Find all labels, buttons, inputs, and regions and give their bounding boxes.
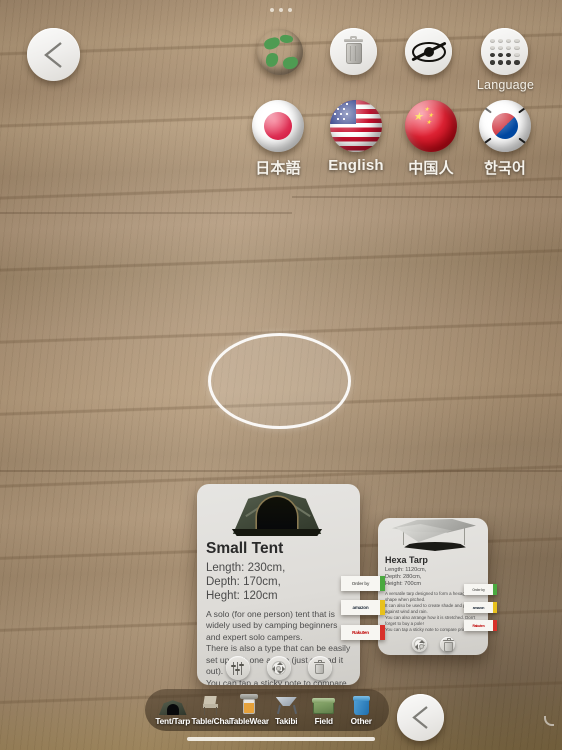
usa-flag-icon (330, 100, 382, 152)
category-label: Takibi (275, 716, 298, 726)
product-title: Small Tent (206, 540, 284, 557)
category-tablewear[interactable]: TableWear (229, 692, 270, 726)
category-other[interactable]: Other (343, 692, 381, 726)
hide-ui-button[interactable] (405, 28, 452, 75)
sticky-note-order-by[interactable]: Order by (341, 576, 385, 591)
language-option-label: 中国人 (408, 160, 454, 177)
language-option-ja[interactable]: 日本語 (250, 100, 306, 178)
product-card-actions (197, 651, 360, 685)
settings-sliders-icon (231, 661, 244, 675)
jar-icon (230, 692, 268, 715)
sticky-note-tab (380, 625, 385, 640)
move-pad-icon (271, 661, 286, 675)
product-image-container (378, 518, 488, 554)
category-takibi[interactable]: Takibi (268, 692, 306, 726)
status-dot (270, 8, 274, 12)
status-dot (279, 8, 283, 12)
cooler-icon (305, 692, 343, 715)
move-pad-button[interactable] (411, 636, 427, 652)
globe-button[interactable] (256, 28, 303, 75)
home-indicator (187, 737, 375, 741)
product-image-container (197, 484, 360, 538)
sticky-note-tab (380, 600, 385, 615)
language-option-label: 日本語 (255, 160, 301, 177)
sticky-note-tab (380, 576, 385, 591)
move-pad-icon (414, 639, 426, 651)
sticky-note-tab (493, 620, 497, 631)
sticky-note-amazon[interactable]: amazon (464, 602, 497, 613)
language-option-label: 한국어 (483, 160, 526, 177)
japan-flag-icon (252, 100, 304, 152)
language-option-zh[interactable]: ★ ★ ★ ★ 中国人 (403, 100, 459, 178)
hexa-tarp-icon (390, 518, 478, 554)
chevron-left-icon (43, 41, 62, 68)
sticky-note-rakuten[interactable]: Rakuten (341, 625, 385, 640)
ar-placement-ring[interactable] (208, 333, 351, 429)
category-label: Other (350, 716, 372, 726)
language-option-en[interactable]: English (328, 100, 384, 174)
category-label: TableWear (229, 716, 270, 726)
language-option-label: English (328, 157, 384, 174)
move-pad-button[interactable] (266, 656, 291, 680)
sticky-note-label: amazon (472, 605, 485, 610)
sticky-note-label: Rakuten (472, 623, 485, 628)
tent-icon (154, 692, 192, 715)
sticky-note-tab (493, 602, 497, 613)
sticky-note-amazon[interactable]: amazon (341, 600, 385, 615)
product-title: Hexa Tarp (385, 555, 428, 565)
product-card-actions (378, 633, 488, 655)
firepit-icon (268, 692, 306, 715)
product-card-small-tent[interactable]: Small Tent Length: 230cm, Depth: 170cm, … (197, 484, 360, 685)
sticky-note-order-by[interactable]: Order by (464, 584, 497, 595)
korea-flag-icon (479, 100, 531, 152)
sticky-note-label: Order by (472, 587, 485, 592)
trash-icon (343, 35, 364, 65)
keypad-icon (489, 38, 520, 65)
category-tent-tarp[interactable]: Tent/Tarp (154, 692, 192, 726)
trash-icon (443, 637, 454, 652)
category-toolbar: Tent/Tarp Table/Chair TableWear Takibi F… (145, 689, 389, 731)
sticky-note-label: Order by (351, 581, 370, 586)
sticky-note-tab (493, 584, 497, 595)
category-field[interactable]: Field (305, 692, 343, 726)
settings-sliders-button[interactable] (225, 656, 250, 680)
sticky-note-rakuten[interactable]: Rakuten (464, 620, 497, 631)
category-table-chair[interactable]: Table/Chair (191, 692, 235, 726)
delete-all-button[interactable] (330, 28, 377, 75)
delete-item-button[interactable] (307, 656, 332, 680)
delete-item-button[interactable] (439, 636, 455, 652)
product-specs: Length: 230cm, Depth: 170cm, Heght: 120c… (206, 562, 286, 603)
floor-plank-seam (0, 470, 562, 472)
sticky-note-label: Rakuten (352, 630, 369, 635)
category-label: Field (314, 716, 334, 726)
chair-icon (192, 692, 230, 715)
category-label: Tent/Tarp (155, 716, 191, 726)
category-label: Table/Chair (191, 716, 235, 726)
multitask-dots (0, 8, 562, 12)
sticky-note-label: amazon (352, 605, 369, 610)
language-button-label: Language (476, 78, 535, 92)
floor-plank-seam (0, 212, 292, 214)
china-flag-icon: ★ ★ ★ ★ (405, 100, 457, 152)
language-button[interactable] (481, 28, 528, 75)
trash-icon (314, 659, 325, 675)
container-icon (343, 692, 381, 715)
dome-tent-icon (229, 486, 325, 536)
globe-icon (257, 29, 303, 75)
language-option-ko[interactable]: 한국어 (477, 100, 533, 178)
floor-plank-seam (292, 196, 562, 198)
chevron-left-icon (412, 706, 428, 729)
eye-slash-icon (410, 41, 447, 63)
back-button-bottom[interactable] (397, 694, 444, 741)
status-dot (288, 8, 292, 12)
back-button-top[interactable] (27, 28, 80, 81)
